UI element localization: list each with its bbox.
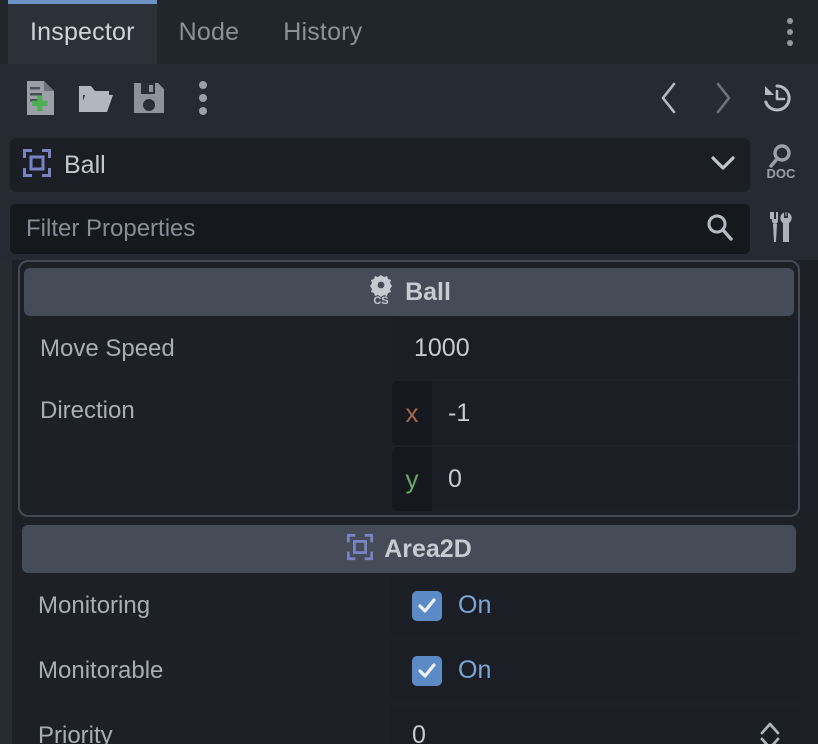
tab-history-label: History — [283, 17, 363, 46]
tab-inspector[interactable]: Inspector — [8, 0, 157, 64]
object-selector-row: Ball DOC — [0, 132, 818, 198]
priority-spinner[interactable] — [752, 716, 788, 744]
section-header-area2d[interactable]: Area2D — [22, 525, 796, 573]
section-header-ball[interactable]: CS Ball — [24, 268, 794, 316]
property-row-priority: Priority 0 — [18, 703, 800, 744]
tab-history[interactable]: History — [261, 0, 384, 64]
kebab-dot — [787, 40, 793, 46]
priority-value: 0 — [412, 721, 426, 744]
monitoring-state-label: On — [458, 591, 492, 619]
section-title-area2d: Area2D — [384, 534, 472, 563]
folder-open-icon — [77, 82, 113, 114]
property-value-monitorable[interactable]: On — [390, 640, 800, 701]
property-value-priority[interactable]: 0 — [390, 705, 800, 744]
direction-y-value: 0 — [448, 464, 462, 493]
monitorable-checkbox[interactable] — [412, 655, 442, 686]
tab-inspector-label: Inspector — [30, 17, 135, 46]
search-icon — [704, 212, 734, 247]
vector2-editor-direction: x -1 y 0 — [392, 381, 798, 513]
history-forward-button[interactable] — [696, 71, 750, 125]
svg-text:DOC: DOC — [767, 166, 797, 181]
kebab-dot — [787, 29, 793, 35]
svg-text:CS: CS — [373, 295, 388, 306]
tab-bar-spacer — [384, 0, 770, 64]
vector-component-x[interactable]: x -1 — [392, 381, 798, 445]
move-speed-value: 1000 — [414, 334, 470, 362]
resource-extra-menu-button[interactable] — [176, 71, 230, 125]
filter-row: Filter Properties — [0, 198, 818, 260]
chevron-down-icon[interactable] — [710, 154, 736, 177]
property-label-monitoring: Monitoring — [38, 591, 151, 619]
property-label-move-speed: Move Speed — [40, 334, 175, 362]
monitorable-state-label: On — [458, 656, 492, 684]
section-area2d: Area2D Monitoring On Monitorable On Prio… — [18, 525, 800, 744]
inspector-tools-button[interactable] — [750, 202, 812, 256]
chevron-left-icon — [658, 81, 680, 115]
chevron-right-icon — [712, 81, 734, 115]
new-resource-button[interactable] — [14, 71, 68, 125]
object-selector-name: Ball — [64, 150, 106, 179]
vector-component-y[interactable]: y 0 — [392, 447, 798, 511]
section-title-ball: Ball — [405, 277, 451, 306]
property-list: CS Ball Move Speed 1000 Direction x -1 y… — [0, 260, 818, 744]
floppy-save-icon — [132, 81, 166, 115]
doc-search-icon: DOC — [761, 141, 801, 190]
history-back-button[interactable] — [642, 71, 696, 125]
open-resource-button[interactable] — [68, 71, 122, 125]
kebab-dot — [787, 18, 793, 24]
object-selector[interactable]: Ball — [10, 138, 750, 192]
property-value-monitoring[interactable]: On — [390, 575, 800, 636]
property-list-scrollbar[interactable] — [0, 260, 12, 744]
tools-icon — [766, 210, 796, 249]
filter-properties-placeholder: Filter Properties — [26, 215, 196, 242]
open-documentation-button[interactable]: DOC — [750, 138, 812, 192]
tab-node[interactable]: Node — [157, 0, 262, 64]
filter-properties-input[interactable]: Filter Properties — [10, 204, 750, 254]
property-row-monitorable: Monitorable On — [18, 638, 800, 703]
csharp-script-icon: CS — [367, 274, 395, 311]
tab-node-label: Node — [178, 17, 240, 46]
property-label-priority: Priority — [38, 721, 113, 744]
axis-label-y: y — [392, 447, 432, 511]
axis-label-x: x — [392, 381, 432, 445]
property-value-move-speed[interactable]: 1000 — [392, 318, 798, 379]
property-label-direction: Direction — [40, 397, 135, 424]
resource-toolbar — [0, 64, 818, 132]
save-resource-button[interactable] — [122, 71, 176, 125]
monitoring-checkbox[interactable] — [412, 590, 442, 621]
inspector-panel: Inspector Node History Ball DOC Filter P… — [0, 0, 818, 744]
tab-overflow-menu-button[interactable] — [770, 0, 810, 64]
property-label-monitorable: Monitorable — [38, 656, 164, 684]
direction-x-value: -1 — [448, 398, 471, 427]
property-row-move-speed: Move Speed 1000 — [20, 316, 798, 381]
property-row-monitoring: Monitoring On — [18, 573, 800, 638]
kebab-menu-icon — [198, 80, 208, 116]
property-row-direction: Direction x -1 y 0 — [20, 381, 798, 513]
object-history-button[interactable] — [750, 71, 804, 125]
area2d-node-icon — [22, 148, 52, 183]
clock-revert-icon — [760, 81, 794, 115]
inspector-tab-bar: Inspector Node History — [0, 0, 818, 64]
file-plus-icon — [24, 79, 58, 117]
area2d-node-icon — [346, 533, 374, 566]
section-ball: CS Ball Move Speed 1000 Direction x -1 y… — [18, 260, 800, 517]
